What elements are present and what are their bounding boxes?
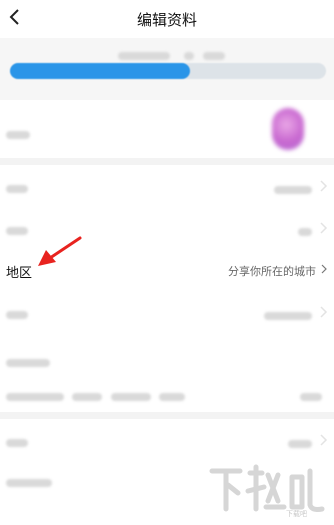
progress-bar — [10, 63, 326, 79]
profile-row-blurred-1[interactable] — [0, 166, 334, 206]
progress-caption-blurred — [118, 47, 238, 60]
divider — [0, 158, 334, 165]
row-label-blurred — [6, 434, 28, 452]
bio-counter-blurred — [300, 388, 322, 406]
divider — [0, 412, 334, 419]
top-bar: 编辑资料 — [0, 0, 334, 38]
chevron-right-icon — [320, 434, 328, 446]
region-value: 分享你所在的城市 — [228, 266, 316, 278]
row-value-blurred — [288, 435, 312, 453]
chevron-right-icon — [321, 264, 327, 274]
watermark-text: 下载吧 — [286, 509, 307, 518]
watermark-logo: 下载吧 — [209, 464, 325, 518]
profile-completion-area — [0, 38, 334, 100]
row-label-blurred — [6, 474, 52, 492]
bio-text-blurred — [6, 388, 186, 406]
profile-row-blurred-4[interactable] — [0, 420, 334, 460]
avatar[interactable] — [272, 108, 304, 150]
chevron-right-icon — [320, 306, 328, 318]
row-label-blurred — [6, 180, 28, 198]
progress-bar-fill — [10, 63, 191, 79]
profile-row-blurred-3[interactable] — [0, 292, 334, 332]
annotation-arrow-icon — [38, 236, 82, 266]
row-label-blurred — [6, 306, 28, 324]
row-label-blurred — [6, 354, 50, 372]
row-value-blurred — [274, 181, 312, 199]
row-label-blurred — [6, 222, 28, 240]
chevron-right-icon — [320, 180, 328, 192]
profile-row-bio[interactable] — [0, 340, 334, 410]
page-title: 编辑资料 — [136, 12, 197, 29]
region-label: 地区 — [6, 265, 33, 280]
row-value-blurred — [298, 223, 312, 241]
row-label-blurred — [6, 126, 30, 144]
row-value-blurred — [264, 307, 312, 325]
chevron-right-icon — [320, 222, 328, 234]
